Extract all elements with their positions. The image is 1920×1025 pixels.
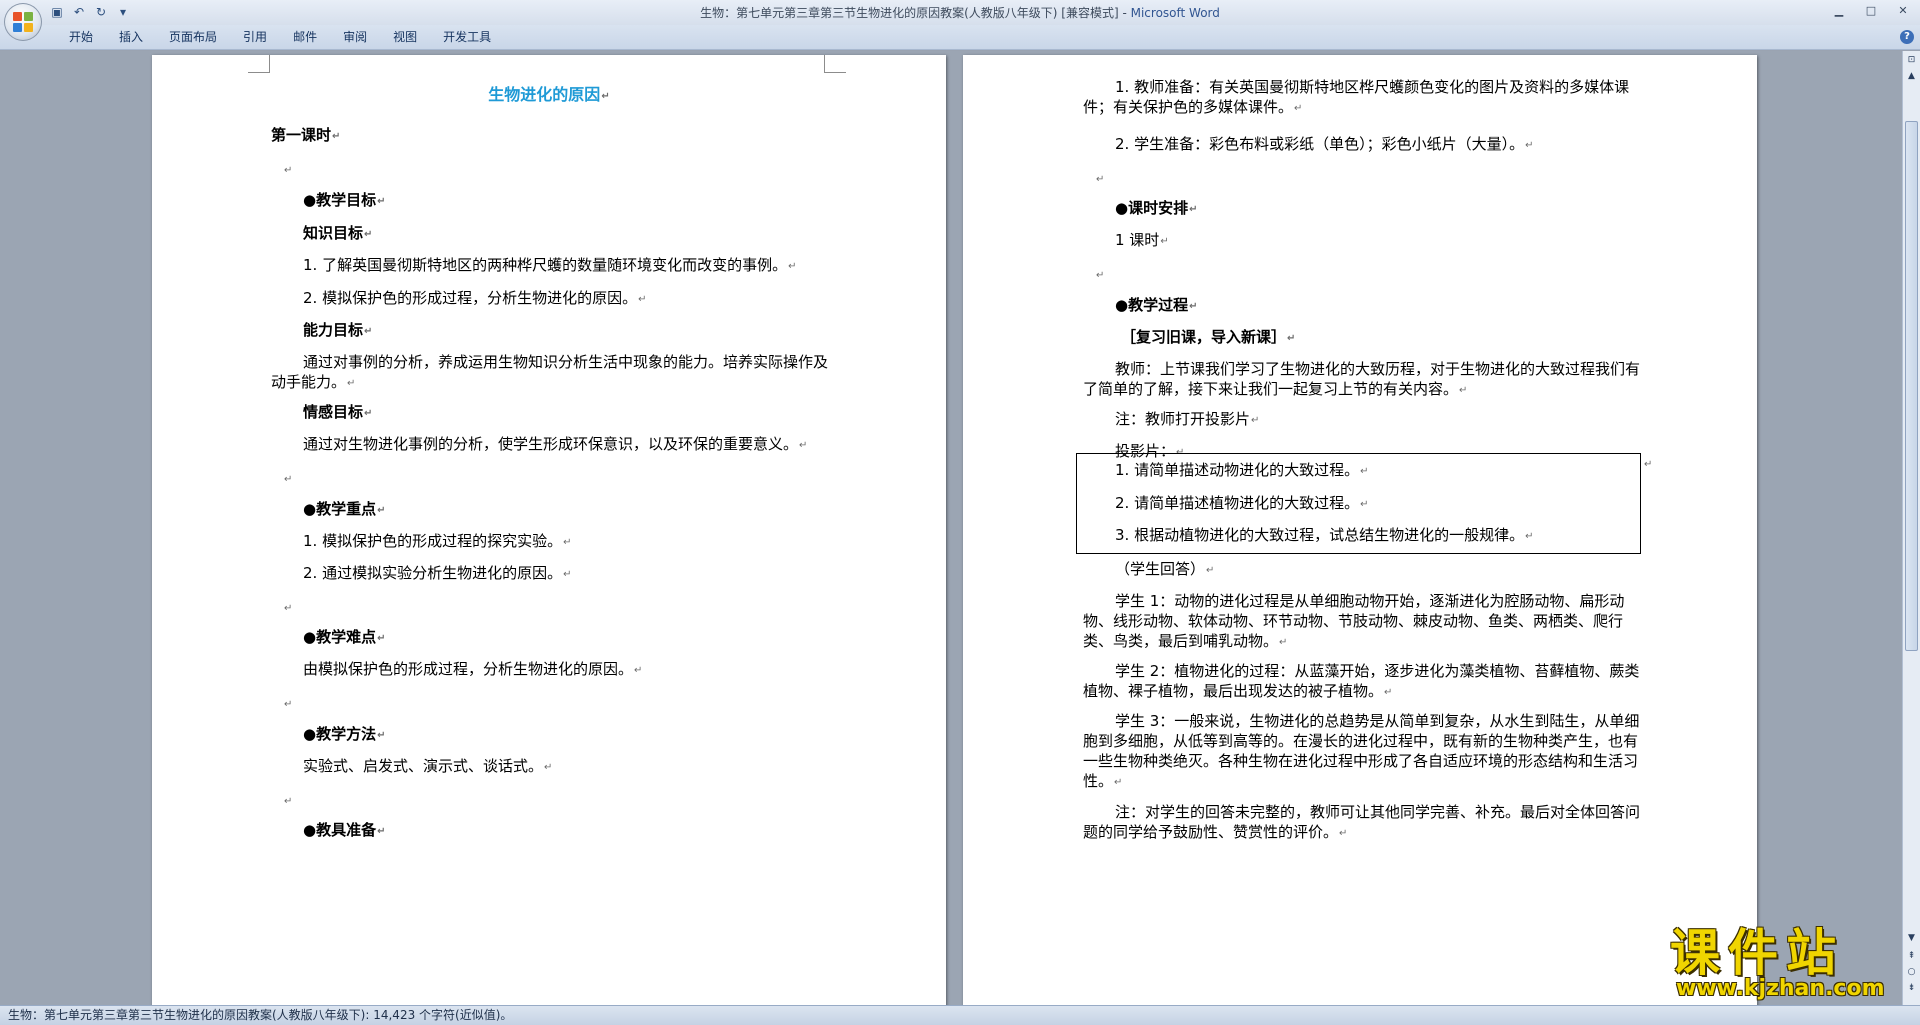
- method-text: 实验式、启发式、演示式、谈话式。↵: [303, 757, 553, 775]
- knowledge-item-2: 2. 模拟保护色的形成过程，分析生物进化的原因。↵: [303, 289, 647, 307]
- box-question-3: 3. 根据动植物进化的大致过程，试总结生物进化的一般规律。↵: [1115, 526, 1534, 544]
- tab-developer[interactable]: 开发工具: [430, 25, 504, 50]
- scroll-down-icon[interactable]: ▼: [1905, 931, 1918, 945]
- teacher-prep: 1. 教师准备：有关英国曼彻斯特地区桦尺蠖颜色变化的图片及资料的多媒体课件；有关…: [1083, 78, 1630, 116]
- knowledge-heading: 知识目标↵: [303, 224, 373, 242]
- tab-insert[interactable]: 插入: [106, 25, 156, 50]
- difficult-points-heading: ●教学难点↵: [303, 628, 386, 646]
- previous-page-icon[interactable]: ⇞: [1905, 949, 1918, 963]
- document-area: 生物进化的原因↵ 第一课时↵ ↵ ●教学目标↵ 知识目标↵ 1. 了解英国曼彻斯…: [0, 51, 1902, 1005]
- ability-heading: 能力目标↵: [303, 321, 373, 339]
- emotion-text: 通过对生物进化事例的分析，使学生形成环保意识，以及环保的重要意义。↵: [303, 435, 808, 453]
- difficult-point-text: 由模拟保护色的形成过程，分析生物进化的原因。↵: [303, 660, 643, 678]
- student-answer-label: （学生回答）↵: [1115, 560, 1215, 578]
- tab-references[interactable]: 引用: [230, 25, 280, 50]
- document-name: 生物：第七单元第三章第三节生物进化的原因教案(人教版八年级下) [兼容模式]: [700, 6, 1119, 20]
- review-heading: ［复习旧课，导入新课］↵: [1121, 328, 1296, 346]
- box-question-1: 1. 请简单描述动物进化的大致过程。↵: [1115, 461, 1369, 479]
- lesson-heading: 第一课时↵: [271, 126, 341, 144]
- maximize-button[interactable]: □: [1858, 2, 1884, 18]
- next-page-icon[interactable]: ⇟: [1905, 981, 1918, 995]
- schedule-heading: ●课时安排↵: [1115, 199, 1198, 217]
- student-2-answer: 学生 2：植物进化的过程：从蓝藻开始，逐步进化为藻类植物、苔藓植物、蕨类植物、裸…: [1083, 662, 1640, 700]
- goals-heading: ●教学目标↵: [303, 191, 386, 209]
- empty-paragraph: ↵: [284, 699, 293, 710]
- ability-text: 通过对事例的分析，养成运用生物知识分析生活中现象的能力。培养实际操作及动手能力。…: [271, 353, 829, 391]
- empty-paragraph: ↵: [1096, 270, 1105, 281]
- process-heading: ●教学过程↵: [1115, 296, 1198, 314]
- ribbon-tab-bar: 开始 插入 页面布局 引用 邮件 审阅 视图 开发工具 ?: [0, 25, 1920, 50]
- tab-mailings[interactable]: 邮件: [280, 25, 330, 50]
- ruler-toggle-icon[interactable]: ⊡: [1905, 53, 1918, 67]
- scroll-thumb[interactable]: [1905, 121, 1918, 651]
- title-bar: ▣ ↶ ↻ ▾ 生物：第七单元第三章第三节生物进化的原因教案(人教版八年级下) …: [0, 0, 1920, 25]
- watermark-text: 课件站: [1670, 924, 1844, 982]
- key-points-heading: ●教学重点↵: [303, 500, 386, 518]
- status-text: 生物：第七单元第三章第三节生物进化的原因教案(人教版八年级下): 14,423 …: [8, 1008, 513, 1022]
- box-question-2: 2. 请简单描述植物进化的大致过程。↵: [1115, 494, 1369, 512]
- emotion-heading: 情感目标↵: [303, 403, 373, 421]
- method-heading: ●教学方法↵: [303, 725, 386, 743]
- teacher-talk: 教师：上节课我们学习了生物进化的大致历程，对于生物进化的大致过程我们有了简单的了…: [1083, 360, 1641, 398]
- browse-object-icon[interactable]: ○: [1905, 965, 1918, 979]
- app-name: Microsoft Word: [1130, 6, 1220, 20]
- student-1-answer: 学生 1：动物的进化过程是从单细胞动物开始，逐渐进化为腔肠动物、扁形动物、线形动…: [1083, 592, 1625, 650]
- title-separator: -: [1118, 6, 1131, 20]
- office-logo-icon: [13, 12, 33, 32]
- empty-paragraph: ↵: [284, 603, 293, 614]
- box-end-mark: ↵: [1644, 459, 1653, 470]
- window-title: 生物：第七单元第三章第三节生物进化的原因教案(人教版八年级下) [兼容模式] -…: [0, 4, 1920, 21]
- empty-paragraph: ↵: [1096, 174, 1105, 185]
- help-icon[interactable]: ?: [1900, 30, 1914, 44]
- tab-view[interactable]: 视图: [380, 25, 430, 50]
- status-bar: 生物：第七单元第三章第三节生物进化的原因教案(人教版八年级下): 14,423 …: [0, 1005, 1920, 1025]
- empty-paragraph: ↵: [284, 796, 293, 807]
- tab-page-layout[interactable]: 页面布局: [156, 25, 230, 50]
- schedule-text: 1 课时↵: [1115, 231, 1169, 249]
- student-3-answer: 学生 3：一般来说，生物进化的总趋势是从简单到复杂，从水生到陆生，从单细胞到多细…: [1083, 712, 1640, 790]
- teacher-note: 注：对学生的回答未完整的，教师可让其他同学完善、补充。最后对全体回答问题的同学给…: [1083, 803, 1641, 841]
- tab-home[interactable]: 开始: [56, 25, 106, 50]
- key-point-1: 1. 模拟保护色的形成过程的探究实验。↵: [303, 532, 572, 550]
- document-title: 生物进化的原因↵: [488, 85, 610, 104]
- document-page-left[interactable]: 生物进化的原因↵ 第一课时↵ ↵ ●教学目标↵ 知识目标↵ 1. 了解英国曼彻斯…: [152, 55, 946, 1005]
- scroll-up-icon[interactable]: ▲: [1905, 69, 1918, 83]
- vertical-scrollbar[interactable]: ⊡ ▲ ▼ ⇞ ○ ⇟: [1902, 51, 1920, 1005]
- window-controls: ▁ □ ✕: [1826, 2, 1916, 18]
- office-button[interactable]: [4, 3, 42, 41]
- student-prep: 2. 学生准备：彩色布料或彩纸（单色）；彩色小纸片（大量）。↵: [1115, 135, 1534, 153]
- note-projector: 注：教师打开投影片↵: [1115, 410, 1260, 428]
- watermark-url: www.kjzhan.com: [1676, 976, 1885, 1001]
- tab-review[interactable]: 审阅: [330, 25, 380, 50]
- document-page-right[interactable]: 1. 教师准备：有关英国曼彻斯特地区桦尺蠖颜色变化的图片及资料的多媒体课件；有关…: [963, 55, 1757, 1005]
- key-point-2: 2. 通过模拟实验分析生物进化的原因。↵: [303, 564, 572, 582]
- close-button[interactable]: ✕: [1890, 2, 1916, 18]
- empty-paragraph: ↵: [284, 474, 293, 485]
- tools-heading: ●教具准备↵: [303, 821, 386, 839]
- empty-paragraph: ↵: [284, 165, 293, 176]
- minimize-button[interactable]: ▁: [1826, 2, 1852, 18]
- watermark-logo: 课件站 www.kjzhan.com: [1668, 926, 1900, 1004]
- knowledge-item-1: 1. 了解英国曼彻斯特地区的两种桦尺蠖的数量随环境变化而改变的事例。↵: [303, 256, 797, 274]
